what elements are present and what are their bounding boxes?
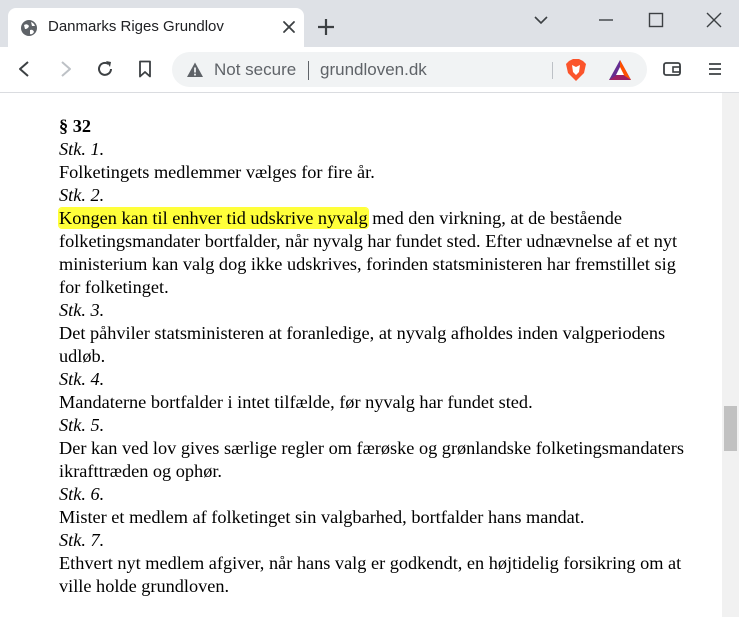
security-label[interactable]: Not secure [214, 60, 296, 80]
subsection-text: Folketingets medlemmer vælges for fire å… [59, 161, 699, 184]
subsection-label: Stk. 1. [59, 139, 105, 159]
subsection-body: Mandaterne bortfalder i intet tilfælde, … [59, 392, 533, 412]
subsection-text: Det påhviler statsministeren at foranled… [59, 322, 699, 368]
tab-strip: Danmarks Riges Grundlov [0, 0, 739, 47]
bat-rewards-icon[interactable] [608, 59, 632, 81]
subsection-text: Ethvert nyt medlem afgiver, når hans val… [59, 552, 699, 598]
chevron-down-icon[interactable] [531, 10, 551, 30]
vertical-scrollbar[interactable] [722, 93, 739, 617]
minimize-icon[interactable] [596, 10, 616, 30]
subsection-label: Stk. 6. [59, 484, 105, 504]
subsection-body: Der kan ved lov gives særlige regler om … [59, 438, 684, 481]
subsection-body: Folketingets medlemmer vælges for fire å… [59, 162, 375, 182]
document: § 32 Stk. 1. Folketingets medlemmer vælg… [59, 115, 699, 598]
globe-icon [21, 20, 37, 36]
subsection-label: Stk. 2. [59, 185, 105, 205]
subsection-label: Stk. 4. [59, 369, 105, 389]
section-heading: § 32 [59, 116, 91, 136]
warning-icon[interactable] [186, 61, 204, 79]
bookmark-icon[interactable] [135, 59, 155, 79]
subsection-body: Mister et medlem af folketinget sin valg… [59, 507, 585, 527]
subsection-text: Kongen kan til enhver tid udskrive nyval… [59, 207, 699, 299]
page-content: § 32 Stk. 1. Folketingets medlemmer vælg… [0, 93, 722, 617]
menu-icon[interactable] [705, 59, 725, 79]
close-window-icon[interactable] [704, 10, 724, 30]
highlighted-text: Kongen kan til enhver tid udskrive nyval… [59, 208, 368, 228]
maximize-icon[interactable] [646, 10, 666, 30]
toolbar: Not secure grundloven.dk [0, 47, 739, 93]
subsection-text: Mandaterne bortfalder i intet tilfælde, … [59, 391, 699, 414]
url-text[interactable]: grundloven.dk [320, 60, 427, 80]
tab-title: Danmarks Riges Grundlov [48, 18, 224, 35]
plus-icon[interactable] [316, 17, 336, 37]
subsection-text: Mister et medlem af folketinget sin valg… [59, 506, 699, 529]
divider [308, 61, 309, 80]
subsection-body: Det påhviler statsministeren at foranled… [59, 323, 666, 366]
subsection-body: Ethvert nyt medlem afgiver, når hans val… [59, 553, 682, 596]
subsection-text: Der kan ved lov gives særlige regler om … [59, 437, 699, 483]
close-icon[interactable] [282, 20, 296, 34]
subsection-label: Stk. 5. [59, 415, 105, 435]
tab-active[interactable]: Danmarks Riges Grundlov [8, 8, 304, 47]
subsection-label: Stk. 7. [59, 530, 105, 550]
wallet-icon[interactable] [662, 59, 682, 79]
brave-shield-icon[interactable] [565, 58, 587, 82]
subsection-label: Stk. 3. [59, 300, 105, 320]
address-bar[interactable]: Not secure grundloven.dk [172, 52, 647, 87]
divider [552, 62, 553, 79]
reload-icon[interactable] [95, 59, 115, 79]
back-arrow-icon[interactable] [14, 59, 34, 79]
scrollbar-thumb[interactable] [724, 406, 737, 451]
forward-arrow-icon[interactable] [56, 59, 76, 79]
